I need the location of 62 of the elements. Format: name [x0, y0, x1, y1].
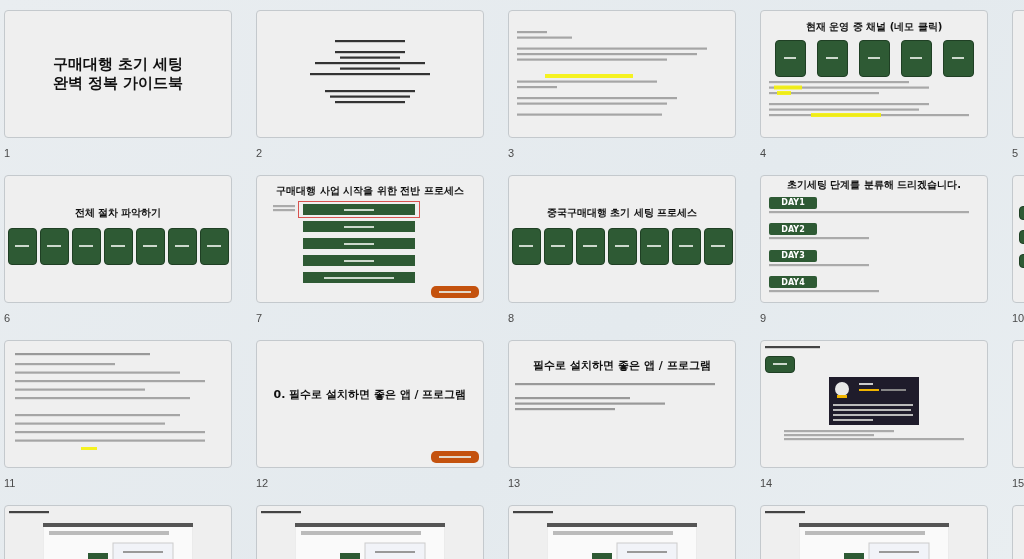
- slide-thumbnail[interactable]: 전체 절차 파악하기: [4, 175, 232, 303]
- slide-thumbnail[interactable]: [256, 10, 484, 138]
- slide-thumbnail[interactable]: 0. 필수로 설치하면 좋은 앱 / 프로그램: [256, 340, 484, 468]
- link-button[interactable]: [431, 286, 479, 298]
- slide-title: 필수로 설치하면 좋은 앱 / 프로그램: [533, 359, 711, 373]
- slide-number: 4: [760, 146, 767, 160]
- day-label: DAY1: [769, 196, 817, 209]
- slide-title: 중국구매대행 초기 세팅 프로세스: [546, 207, 698, 220]
- channel-tile[interactable]: [816, 39, 848, 77]
- slide-title: 현재 운영 중 채널 (네모 클릭): [805, 21, 943, 34]
- slide-thumbnail[interactable]: [508, 10, 736, 138]
- step-tile: [103, 227, 133, 265]
- slide-title: 완벽 정복 가이드북: [52, 74, 184, 93]
- slide-title: 전체 절차 파악하기: [74, 207, 162, 220]
- label-tag: [765, 355, 795, 373]
- slide-number: 3: [508, 146, 515, 160]
- slide-thumbnail[interactable]: 필수로 설치하면 좋은 앱 / 프로그램: [508, 340, 736, 468]
- step-tile: [543, 227, 573, 265]
- step-tile: [199, 227, 229, 265]
- channel-tile[interactable]: [858, 39, 890, 77]
- slide-number: 6: [4, 311, 11, 325]
- slide-title: 구매대행 초기 세팅: [52, 55, 184, 74]
- slide-number: 12: [256, 476, 269, 490]
- channel-tile[interactable]: [900, 39, 932, 77]
- slide-thumbnail[interactable]: [760, 340, 988, 468]
- day-label: DAY3: [769, 249, 817, 262]
- slide-title: 초기세팅 단계를 분류해 드리겠습니다.: [786, 179, 962, 192]
- slide-thumbnail[interactable]: 구매대행 초기 세팅 완벽 정복 가이드북: [4, 10, 232, 138]
- step-tile: [639, 227, 669, 265]
- slide-number: 1: [4, 146, 11, 160]
- slide-number: 8: [508, 311, 515, 325]
- channel-tile[interactable]: [774, 39, 806, 77]
- slide-title: 0. 필수로 설치하면 좋은 앱 / 프로그램: [273, 388, 467, 402]
- slide-number: 5: [1012, 146, 1019, 160]
- slide-number: 10: [1012, 311, 1024, 325]
- slide-thumbnail[interactable]: [4, 340, 232, 468]
- step-tile: [703, 227, 733, 265]
- step-tile: [7, 227, 37, 265]
- slide-number: 14: [760, 476, 773, 490]
- slide-number: 11: [4, 476, 16, 490]
- slide-number: 7: [256, 311, 263, 325]
- slide-number: 13: [508, 476, 521, 490]
- step-tile: [39, 227, 69, 265]
- day-label: DAY2: [769, 223, 817, 235]
- step-tile: [71, 227, 101, 265]
- slide-thumbnail[interactable]: 중국구매대행 초기 세팅 프로세스: [508, 175, 736, 303]
- channel-tile[interactable]: [942, 39, 974, 77]
- slide-thumbnail[interactable]: 구매대행 사업 시작을 위한 전반 프로세스: [256, 175, 484, 303]
- step-tile: [575, 227, 605, 265]
- day-label: DAY4: [769, 276, 817, 288]
- step-tile: [135, 227, 165, 265]
- slide-number: 15: [1012, 476, 1024, 490]
- slide-number: 2: [256, 146, 263, 160]
- slide-number: 9: [760, 311, 767, 325]
- slide-title: 구매대행 사업 시작을 위한 전반 프로세스: [276, 185, 464, 198]
- step-tile: [167, 227, 197, 265]
- slide-thumbnail[interactable]: 현재 운영 중 채널 (네모 클릭): [760, 10, 988, 138]
- link-button[interactable]: [431, 451, 479, 463]
- step-tile: [671, 227, 701, 265]
- step-tile: [511, 227, 541, 265]
- slide-thumbnail[interactable]: 초기세팅 단계를 분류해 드리겠습니다. DAY1 DAY2 DAY3 DAY4: [760, 175, 988, 303]
- step-tile: [607, 227, 637, 265]
